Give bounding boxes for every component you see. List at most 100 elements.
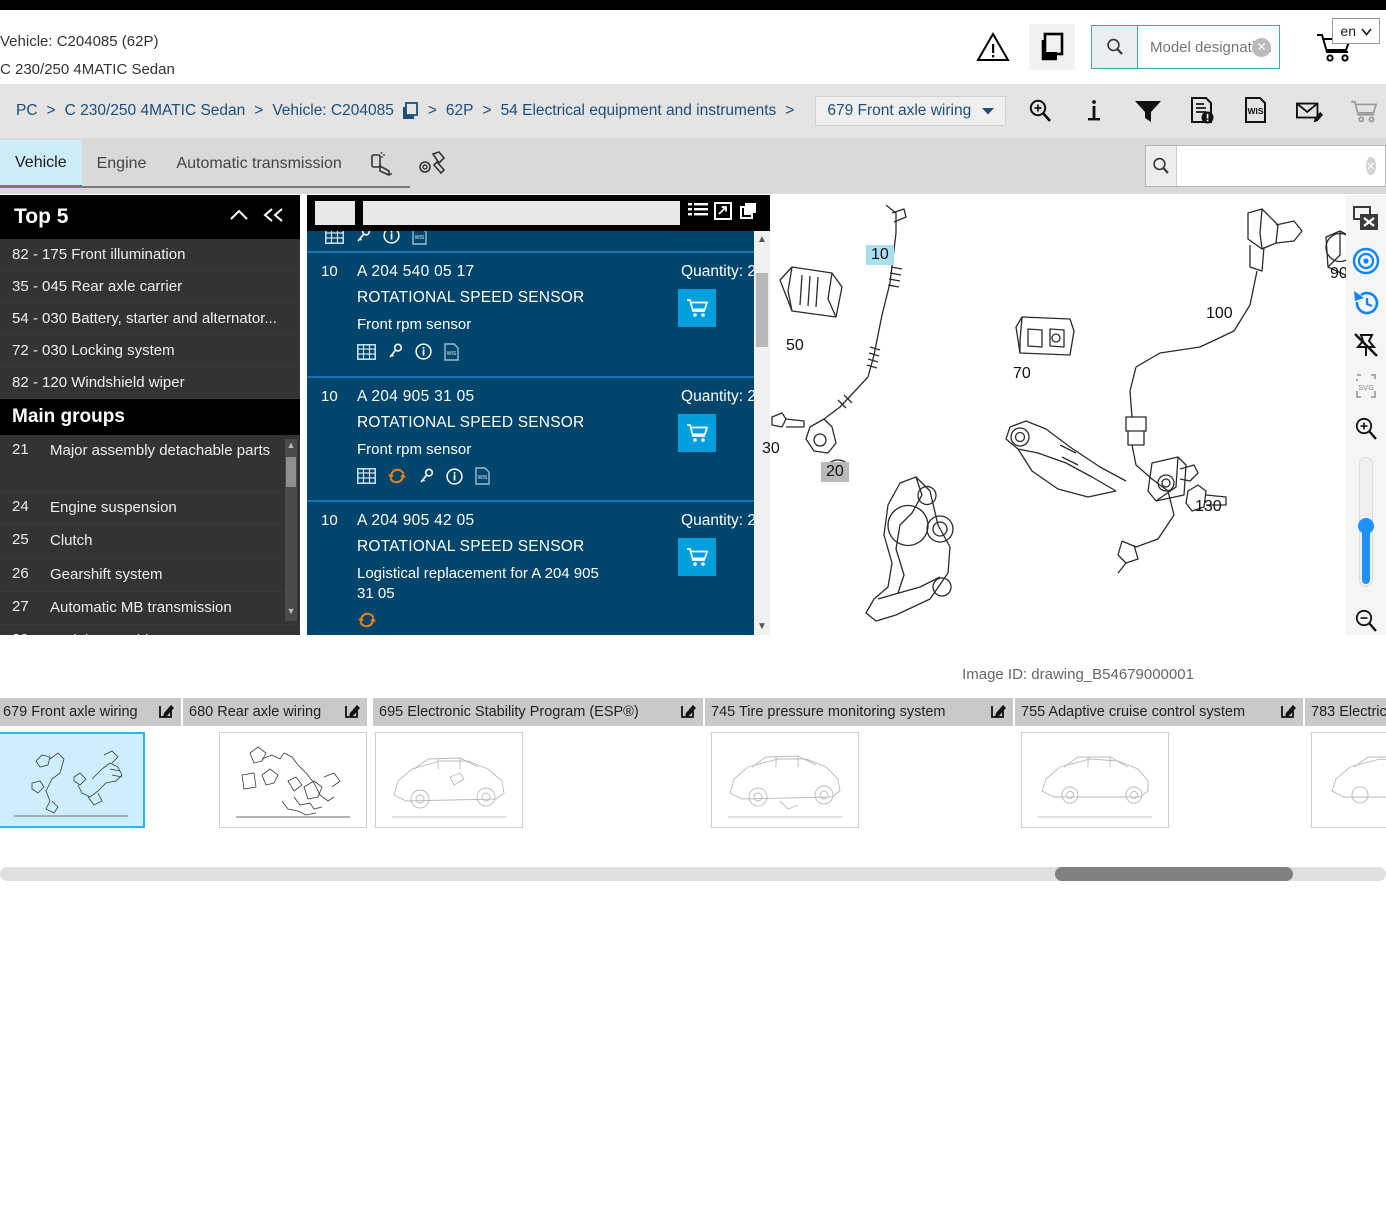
parts-row[interactable]: 10 A 204 905 42 05 ROTATIONAL SPEED SENS…: [307, 502, 770, 635]
main-group-item-27[interactable]: 27 Automatic MB transmission: [0, 591, 300, 625]
zoom-slider[interactable]: [1358, 456, 1374, 588]
thumbnail-image-679[interactable]: [0, 732, 145, 828]
edit-icon[interactable]: [681, 702, 697, 722]
top5-item-1[interactable]: 35 - 045 Rear axle carrier: [0, 271, 300, 303]
zoom-in-icon[interactable]: [1026, 96, 1054, 126]
unpin-icon[interactable]: [1351, 331, 1381, 359]
info-icon[interactable]: [1080, 96, 1108, 126]
clear-parts-search-icon[interactable]: ✕: [1365, 157, 1376, 175]
email-edit-icon[interactable]: [1296, 96, 1324, 126]
focus-target-icon[interactable]: [1351, 247, 1381, 275]
paint-spray-icon[interactable]: [357, 140, 407, 188]
main-group-item-24[interactable]: 24 Engine suspension: [0, 492, 300, 526]
model-designation-search[interactable]: ✕: [1091, 25, 1280, 69]
thumbnail-strip-scroll-thumb[interactable]: [1055, 867, 1293, 881]
thumbnail-strip-scrollbar[interactable]: [0, 867, 1386, 881]
table-icon[interactable]: [357, 468, 376, 489]
sidebar-scrollbar[interactable]: ▲ ▼: [285, 439, 297, 621]
top5-item-4[interactable]: 82 - 120 Windshield wiper: [0, 367, 300, 399]
table-icon[interactable]: [357, 343, 376, 365]
zoom-slider-knob[interactable]: [1358, 518, 1374, 535]
thumbnail-tab-755[interactable]: 755 Adaptive cruise control system: [1015, 698, 1305, 726]
parts-scroll-thumb[interactable]: [756, 273, 768, 347]
history-undo-icon[interactable]: [1351, 289, 1381, 317]
thumbnail-image-783[interactable]: [1311, 732, 1386, 828]
parts-row[interactable]: 10 A 204 905 31 05 ROTATIONAL SPEED SENS…: [307, 377, 770, 502]
thumbnail-image-745[interactable]: [711, 732, 859, 828]
tab-automatic-transmission[interactable]: Automatic transmission: [161, 140, 356, 188]
tab-engine[interactable]: Engine: [82, 140, 162, 188]
fasteners-icon[interactable]: [407, 140, 459, 188]
thumbnail-tab-695[interactable]: 695 Electronic Stability Program (ESP®): [373, 698, 705, 726]
add-to-cart-button[interactable]: [678, 289, 716, 327]
scroll-up-arrow-icon[interactable]: ▲: [286, 440, 296, 454]
diagram-callout-10[interactable]: 10: [866, 245, 894, 265]
top5-item-0[interactable]: 82 - 175 Front illumination: [0, 239, 300, 271]
parts-search-box[interactable]: ✕: [1145, 145, 1386, 187]
cart-icon[interactable]: [1350, 96, 1378, 126]
breadcrumb-item-model[interactable]: C 230/250 4MATIC Sedan: [65, 102, 246, 120]
breadcrumb-item-62p[interactable]: 62P: [446, 102, 474, 120]
diagram-callout-20[interactable]: 20: [821, 462, 849, 482]
copy-icon[interactable]: [738, 202, 758, 225]
diagram-callout-30[interactable]: 30: [762, 440, 780, 458]
key-icon[interactable]: [387, 343, 404, 365]
breadcrumb-copy-icon[interactable]: [401, 102, 419, 120]
add-to-cart-button[interactable]: [678, 538, 716, 576]
replacement-refresh-icon[interactable]: [387, 467, 407, 490]
close-viewer-icon[interactable]: [1351, 205, 1381, 233]
thumbnail-tab-680[interactable]: 680 Rear axle wiring: [183, 698, 369, 726]
thumbnail-image-755[interactable]: [1021, 732, 1169, 828]
info-circle-icon[interactable]: [415, 343, 432, 365]
collapse-up-icon[interactable]: [228, 207, 250, 228]
wis-document-icon[interactable]: WIS: [1242, 96, 1270, 126]
scroll-down-arrow-icon[interactable]: ▼: [757, 621, 767, 632]
wis-document-icon[interactable]: WIS: [411, 231, 428, 250]
main-group-item-25[interactable]: 25 Clutch: [0, 525, 300, 559]
top5-item-2[interactable]: 54 - 030 Battery, starter and alternator…: [0, 303, 300, 335]
key-icon[interactable]: [418, 467, 435, 490]
thumbnail-image-695[interactable]: [375, 732, 523, 828]
info-circle-icon[interactable]: [383, 231, 400, 249]
copy-vehicle-button[interactable]: [1029, 24, 1075, 70]
diagram-callout-50[interactable]: 50: [786, 337, 804, 355]
parts-row[interactable]: 10 A 204 540 05 17 ROTATIONAL SPEED SENS…: [307, 253, 770, 378]
language-selector[interactable]: en: [1332, 18, 1380, 44]
breadcrumb-item-pc[interactable]: PC: [16, 102, 38, 120]
diagram-callout-70[interactable]: 70: [1013, 365, 1031, 383]
warning-icon[interactable]: [971, 25, 1015, 69]
scroll-up-arrow-icon[interactable]: ▲: [757, 234, 767, 245]
svg-export-icon[interactable]: SVG: [1351, 373, 1381, 401]
main-group-item-21[interactable]: 21 Major assembly detachable parts: [0, 435, 300, 492]
thumbnail-tab-783[interactable]: 783 Electric: [1305, 698, 1386, 726]
info-circle-icon[interactable]: [446, 467, 463, 490]
replacement-refresh-icon[interactable]: [357, 611, 377, 634]
main-group-item-26[interactable]: 26 Gearshift system: [0, 558, 300, 592]
edit-icon[interactable]: [991, 702, 1007, 722]
zoom-in-icon[interactable]: [1351, 415, 1381, 443]
parts-header-box[interactable]: [315, 201, 355, 225]
thumbnail-tab-679[interactable]: 679 Front axle wiring: [0, 698, 183, 726]
breadcrumb-item-group[interactable]: 54 Electrical equipment and instruments: [501, 102, 777, 120]
thumbnail-image-680[interactable]: [219, 732, 367, 828]
parts-list-scrollbar[interactable]: ▲ ▼: [754, 231, 770, 635]
expand-icon[interactable]: [714, 201, 732, 225]
edit-icon[interactable]: [345, 702, 361, 722]
parts-row-partial-top[interactable]: WIS: [307, 231, 770, 253]
thumbnail-tab-745[interactable]: 745 Tire pressure monitoring system: [705, 698, 1015, 726]
wis-document-icon[interactable]: WIS: [443, 342, 460, 366]
top5-item-3[interactable]: 72 - 030 Locking system: [0, 335, 300, 367]
table-icon[interactable]: [325, 231, 344, 249]
edit-icon[interactable]: [159, 702, 175, 722]
document-alert-icon[interactable]: [1188, 96, 1216, 126]
breadcrumb-item-vehicle[interactable]: Vehicle: C204085: [272, 102, 394, 120]
key-icon[interactable]: [355, 231, 372, 249]
clear-model-search-icon[interactable]: ✕: [1252, 37, 1271, 57]
parts-search-input[interactable]: [1176, 146, 1366, 186]
diagram-viewer[interactable]: 10 50 70 30 20 100 904 130 SVG: [762, 195, 1386, 635]
main-group-item-29[interactable]: 29 Pedal assembly: [0, 625, 300, 635]
zoom-out-icon[interactable]: [1351, 607, 1381, 635]
edit-icon[interactable]: [1281, 702, 1297, 722]
wis-document-icon[interactable]: WIS: [474, 467, 491, 490]
parts-header-bar[interactable]: [363, 201, 680, 225]
